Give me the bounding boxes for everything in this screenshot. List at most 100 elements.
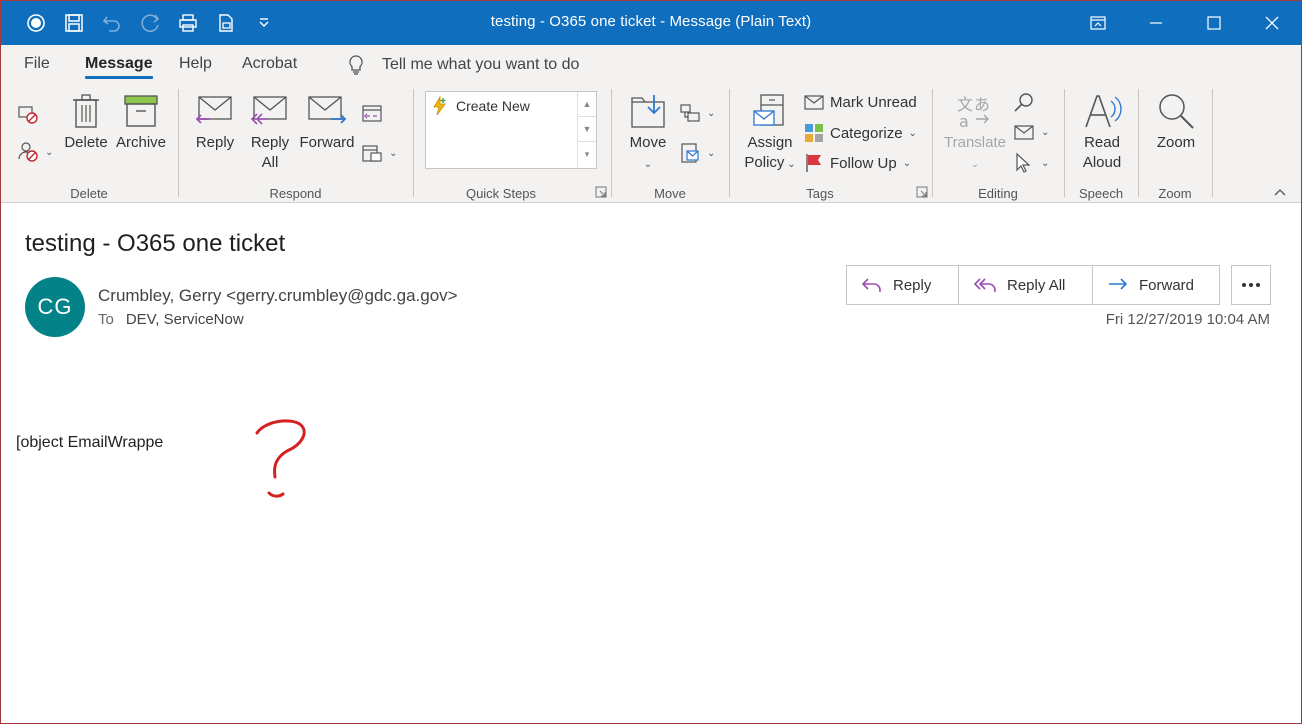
- read-aloud-icon: [1085, 95, 1122, 128]
- message-actions: Reply Reply All Forward: [846, 265, 1220, 305]
- reply-all-label-1: Reply: [250, 134, 290, 151]
- tell-me-search[interactable]: Tell me what you want to do: [346, 53, 579, 77]
- read-aloud-button[interactable]: Read Aloud: [1077, 93, 1127, 173]
- translate-button[interactable]: 文あa Translate ⌄: [943, 93, 1007, 175]
- collapse-ribbon-icon[interactable]: [1273, 185, 1287, 199]
- ribbon-tab-bar: File Message Help Acrobat Tell me what y…: [1, 45, 1301, 85]
- restore-down-icon[interactable]: [1069, 1, 1127, 45]
- assign-policy-icon: [753, 94, 784, 126]
- move-group-label: Move: [654, 186, 686, 201]
- reply-all-action-button[interactable]: Reply All: [959, 266, 1093, 304]
- mark-unread-button[interactable]: Mark Unread: [804, 93, 917, 111]
- forward-action-button[interactable]: Forward: [1093, 266, 1219, 304]
- tab-help[interactable]: Help: [179, 55, 212, 73]
- tab-message[interactable]: Message: [85, 55, 153, 79]
- chevron-down-icon: ⌄: [1041, 157, 1050, 169]
- group-separator: [729, 89, 730, 197]
- group-separator: [1064, 89, 1065, 197]
- ribbon: ⌄ Delete Archive Delete Reply Reply All …: [1, 85, 1301, 203]
- ignore-button[interactable]: [17, 103, 39, 125]
- scroll-down-icon[interactable]: ▼: [578, 117, 596, 142]
- quick-steps-launcher-icon[interactable]: [595, 186, 607, 198]
- envelope-icon: [804, 95, 824, 110]
- to-recipient[interactable]: DEV, ServiceNow: [126, 311, 244, 328]
- assign-policy-button[interactable]: Assign Policy ⌄: [741, 93, 799, 175]
- follow-up-label: Follow Up: [830, 154, 897, 172]
- onenote-button[interactable]: ⌄: [679, 142, 715, 164]
- outlook-message-window: testing - O365 one ticket - Message (Pla…: [0, 0, 1302, 724]
- tab-acrobat[interactable]: Acrobat: [242, 55, 297, 73]
- more-actions-button[interactable]: [1231, 265, 1271, 305]
- quick-steps-scrollbar[interactable]: ▲ ▼ ▾: [577, 92, 596, 168]
- forward-button[interactable]: Forward: [299, 93, 355, 153]
- delete-label: Delete: [64, 134, 108, 151]
- quick-step-create-new[interactable]: Create New: [430, 96, 530, 116]
- more-quick-steps-icon[interactable]: ▾: [578, 142, 596, 167]
- tags-launcher-icon[interactable]: [916, 186, 928, 198]
- question-mark-annotation: [255, 419, 306, 498]
- junk-icon: [18, 142, 38, 162]
- zoom-button[interactable]: Zoom: [1149, 93, 1203, 153]
- trash-icon: [73, 94, 99, 128]
- meeting-reply-button[interactable]: [361, 102, 383, 124]
- group-separator: [1138, 89, 1139, 197]
- chevron-down-icon: ⌄: [784, 159, 796, 170]
- minimize-icon[interactable]: [1127, 1, 1185, 45]
- window-controls: [1069, 1, 1301, 45]
- quick-steps-group-label: Quick Steps: [465, 186, 537, 201]
- reply-button[interactable]: Reply: [193, 93, 237, 153]
- editing-group-label: Editing: [978, 186, 1018, 201]
- avatar[interactable]: CG: [25, 277, 85, 337]
- speech-group-label: Speech: [1078, 186, 1124, 201]
- rules-button[interactable]: ⌄: [679, 102, 715, 124]
- related-button[interactable]: ⌄: [1013, 122, 1049, 142]
- chevron-down-icon: ⌄: [902, 157, 912, 169]
- flag-icon: [806, 154, 821, 172]
- chevron-down-icon: ⌄: [643, 159, 653, 170]
- sent-date: Fri 12/27/2019 10:04 AM: [1105, 311, 1270, 328]
- svg-text:あ: あ: [974, 95, 990, 114]
- categorize-button[interactable]: Categorize ⌄: [804, 123, 917, 143]
- reply-action-button[interactable]: Reply: [847, 266, 959, 304]
- rules-icon: [680, 104, 700, 122]
- close-icon[interactable]: [1243, 1, 1301, 45]
- select-button[interactable]: ⌄: [1013, 152, 1049, 174]
- ellipsis-icon: [1242, 283, 1260, 287]
- translate-label: Translate: [944, 134, 1006, 151]
- archive-button[interactable]: Archive: [115, 93, 167, 153]
- message-subject: testing - O365 one ticket: [25, 230, 286, 257]
- junk-button[interactable]: ⌄: [17, 141, 53, 163]
- scroll-up-icon[interactable]: ▲: [578, 92, 596, 117]
- sender[interactable]: Crumbley, Gerry <gerry.crumbley@gdc.ga.g…: [98, 286, 458, 306]
- meeting-icon: [362, 105, 382, 122]
- forward-arrow-icon: [1109, 278, 1128, 290]
- tags-group-label: Tags: [806, 186, 834, 201]
- forward-action-label: Forward: [1139, 276, 1195, 294]
- svg-text:a: a: [959, 112, 969, 129]
- move-button[interactable]: Move ⌄: [625, 93, 671, 175]
- more-respond-button[interactable]: ⌄: [361, 142, 397, 164]
- delete-button[interactable]: Delete: [63, 93, 109, 153]
- ignore-icon: [18, 106, 38, 124]
- assign-label-1: Assign: [747, 134, 793, 151]
- follow-up-button[interactable]: Follow Up ⌄: [804, 153, 911, 173]
- reply-all-button[interactable]: Reply All: [247, 93, 293, 173]
- title-bar: testing - O365 one ticket - Message (Pla…: [1, 1, 1301, 45]
- tell-me-text: Tell me what you want to do: [382, 56, 580, 73]
- maximize-icon[interactable]: [1185, 1, 1243, 45]
- search-icon: [1014, 93, 1033, 112]
- avatar-initials: CG: [37, 294, 73, 319]
- find-button[interactable]: [1013, 91, 1035, 113]
- group-separator: [611, 89, 612, 197]
- group-separator: [413, 89, 414, 197]
- reply-action-label: Reply: [893, 276, 932, 294]
- cursor-icon: [1016, 152, 1031, 173]
- categorize-label: Categorize: [830, 124, 903, 142]
- lightning-icon: [433, 96, 446, 116]
- chevron-down-icon: ⌄: [970, 159, 980, 170]
- mark-unread-label: Mark Unread: [830, 93, 917, 111]
- group-separator: [178, 89, 179, 197]
- tab-file[interactable]: File: [24, 55, 50, 73]
- chevron-down-icon: ⌄: [707, 147, 716, 159]
- quick-steps-gallery: Create New ▲ ▼ ▾: [425, 91, 597, 169]
